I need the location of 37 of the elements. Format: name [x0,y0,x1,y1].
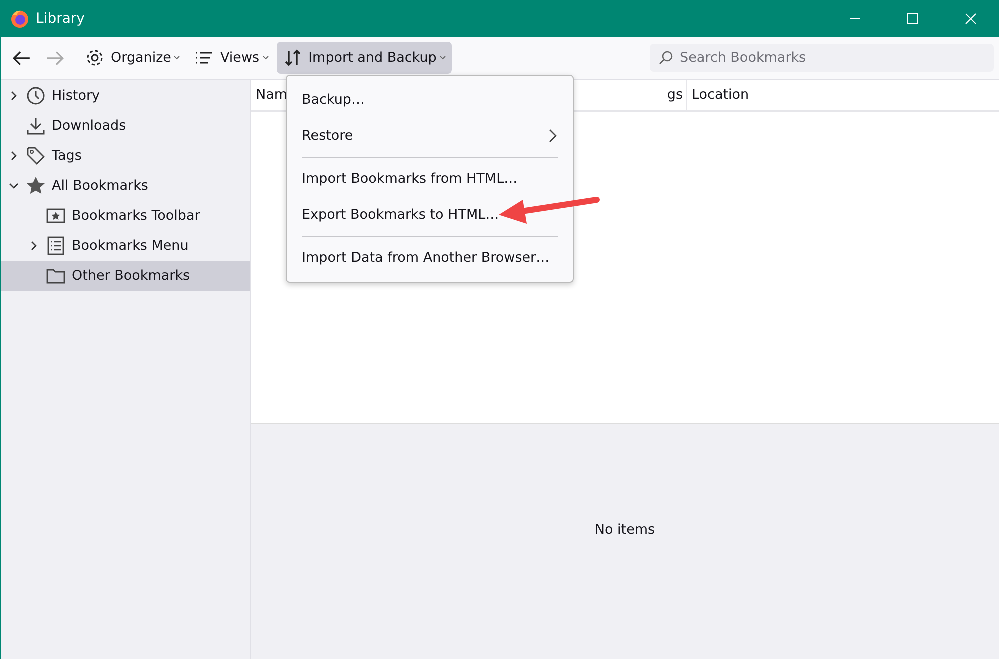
gear-icon [85,48,105,68]
toolbar-button[interactable]: Views [188,42,275,74]
maximize-icon[interactable] [907,12,919,24]
search-icon [658,50,674,66]
tree-item[interactable]: History [1,81,250,111]
expand-chevron-icon[interactable] [9,90,19,100]
menu-item[interactable]: Import Bookmarks from HTML… [287,161,573,197]
tag-icon [26,146,46,166]
up-down-arrows-icon [282,48,303,68]
search-field[interactable]: Search Bookmarks [650,44,994,72]
list-icon [46,236,66,256]
tree-item[interactable]: Bookmarks Toolbar [1,201,250,231]
tree-item[interactable]: Downloads [1,111,250,141]
window-title: Library [36,10,85,26]
chevron-right-icon [548,128,558,144]
tree-item[interactable]: Tags [1,141,250,171]
toolbar-button[interactable]: Organize [79,42,186,74]
tree-item[interactable]: All Bookmarks [1,171,250,201]
empty-message: No items [594,522,656,538]
download-icon [26,116,46,136]
tree-item[interactable]: Bookmarks Menu [1,231,250,261]
toolbar-button[interactable]: Import and Backup [276,42,452,74]
collapse-chevron-icon[interactable] [9,180,19,190]
caret-icon [440,56,446,60]
column-header[interactable]: Location [687,80,750,110]
star-icon [26,176,46,196]
close-icon[interactable] [965,12,977,24]
menu-item[interactable]: Export Bookmarks to HTML… [287,197,573,233]
clock-icon [26,86,46,106]
caret-icon [174,56,180,60]
menu-item[interactable]: Restore [287,118,573,154]
expand-chevron-icon[interactable] [29,240,39,250]
browser-logo-icon [10,8,30,28]
caret-icon [262,56,269,60]
tree-item[interactable]: Other Bookmarks [1,261,250,291]
expand-chevron-icon[interactable] [9,150,19,160]
menu-item[interactable]: Import Data from Another Browser… [287,240,573,276]
